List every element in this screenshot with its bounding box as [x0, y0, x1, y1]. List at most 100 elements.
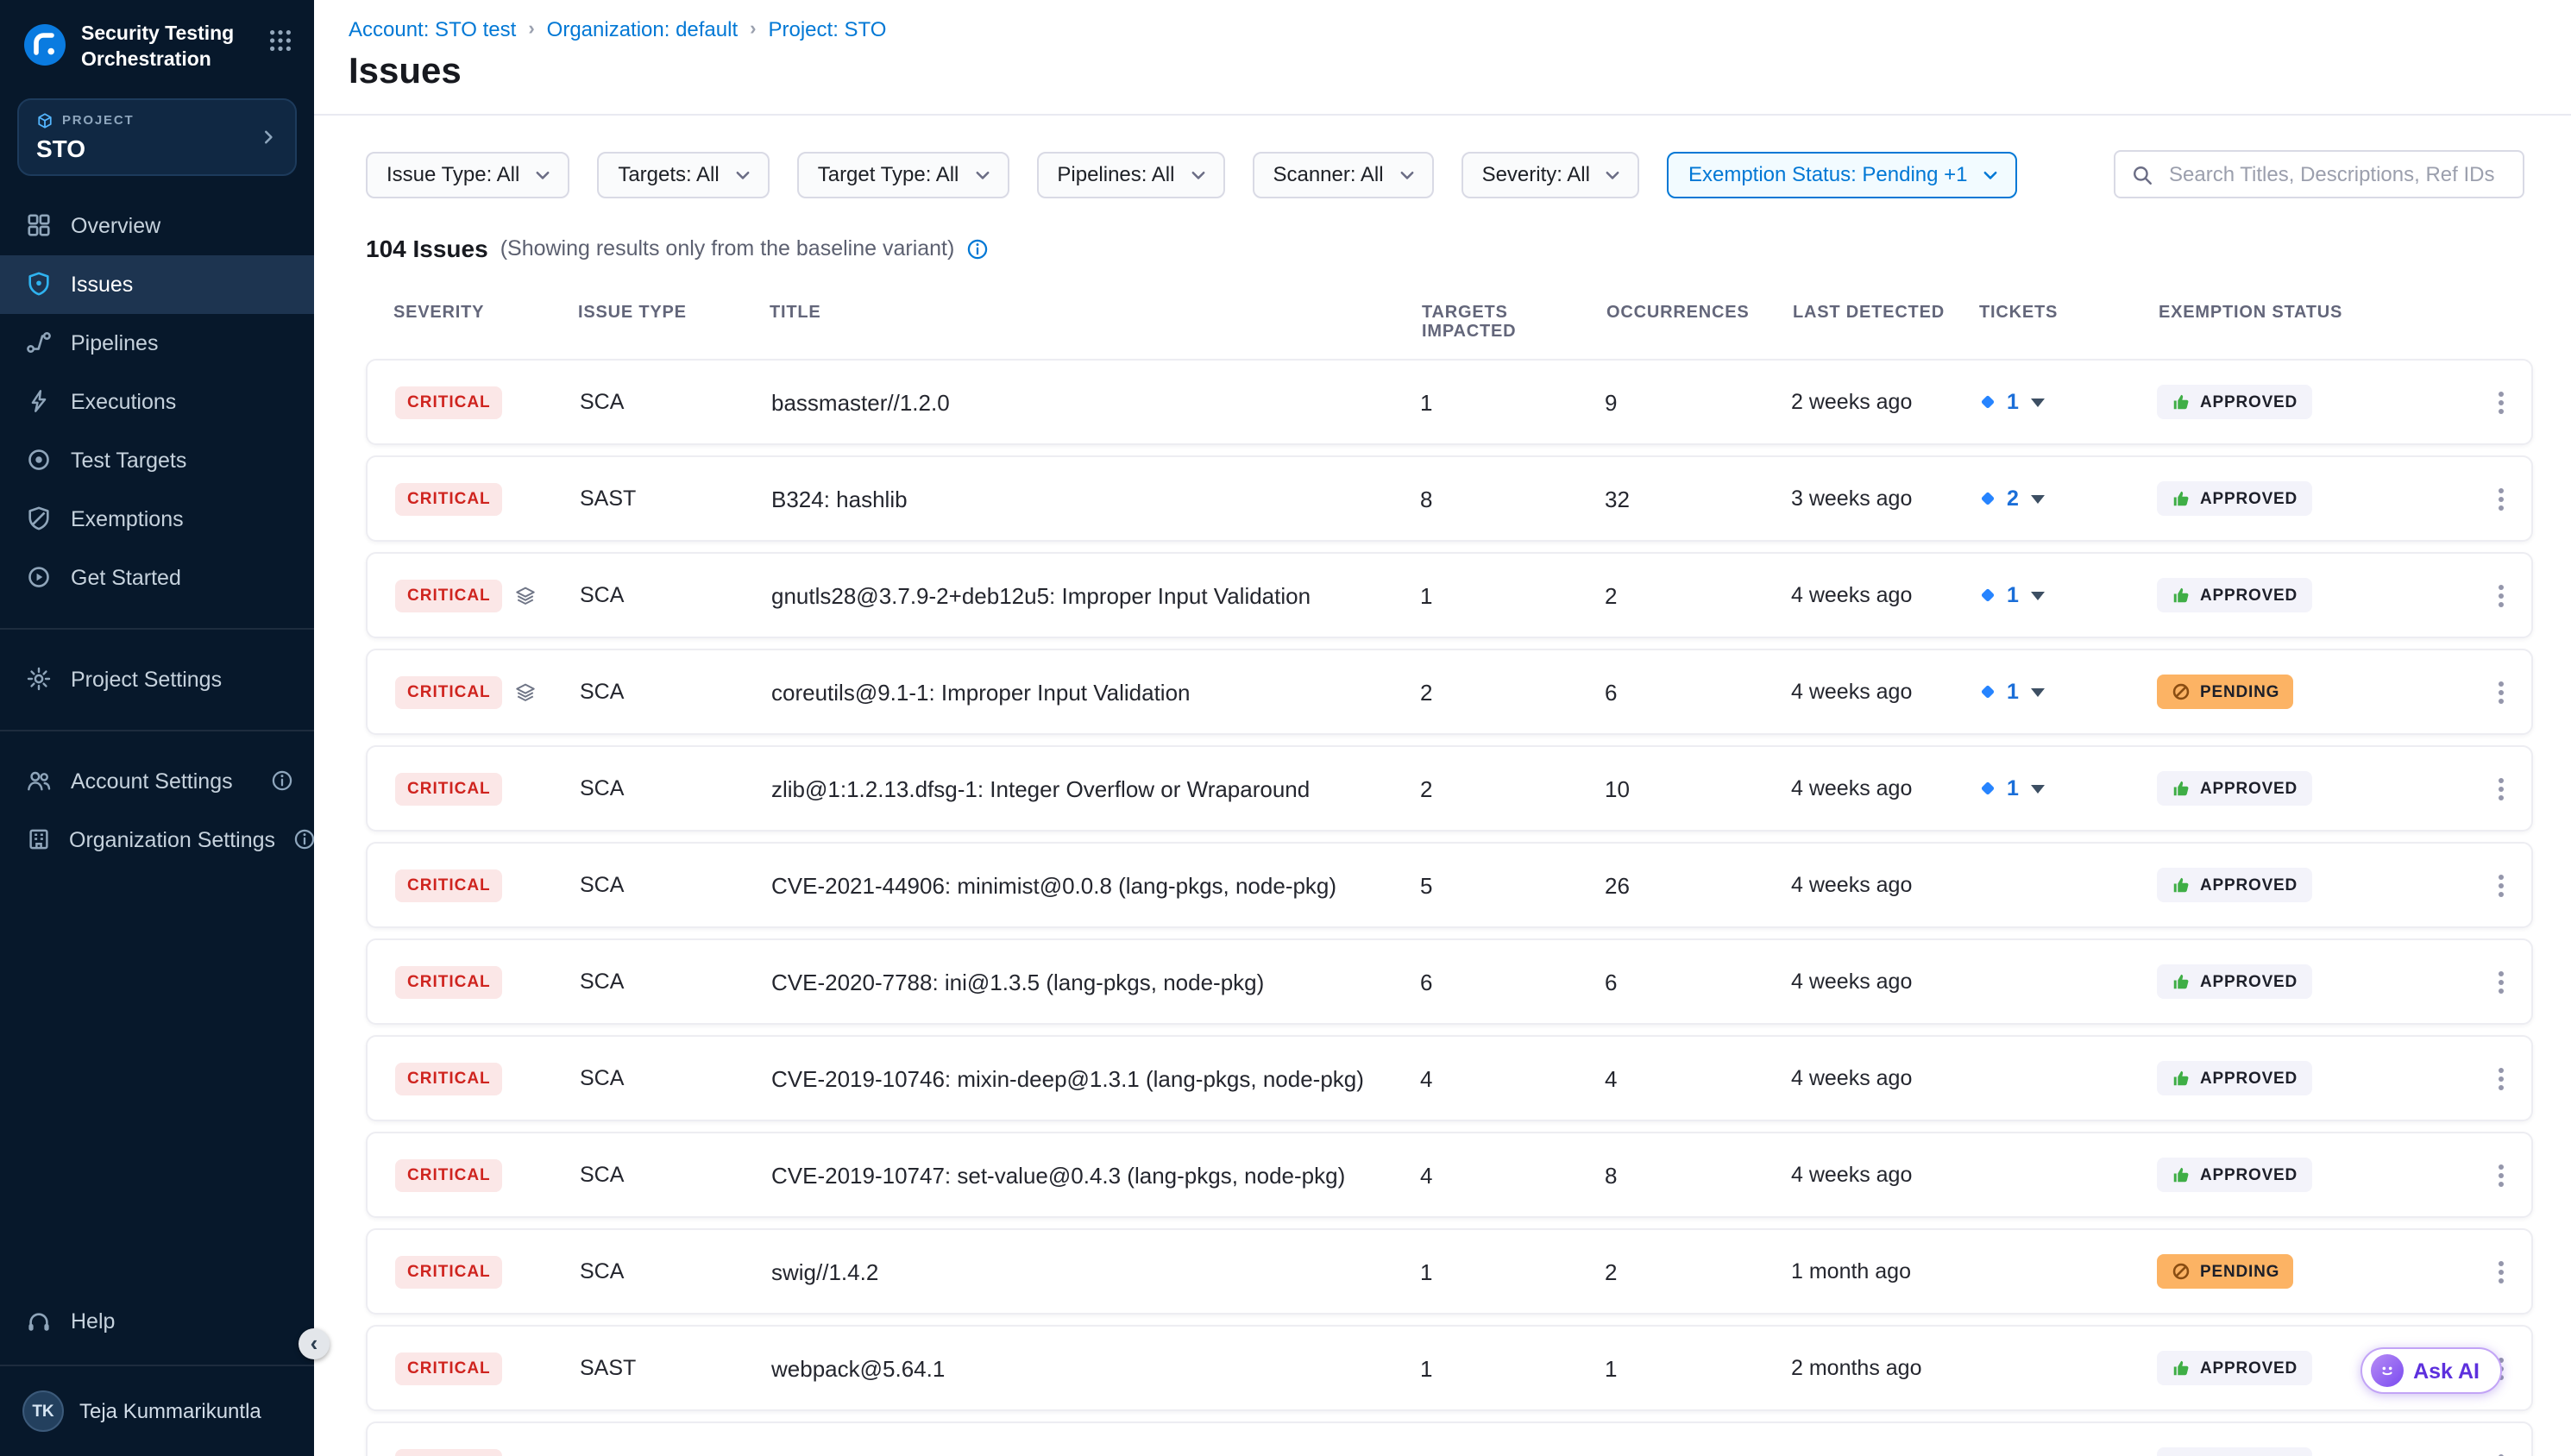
ticket-cell[interactable]: 1: [1977, 583, 2157, 607]
issue-title[interactable]: bassmaster//1.2.0: [771, 389, 1420, 415]
sidebar-nav: OverviewIssuesPipelinesExecutionsTest Ta…: [0, 197, 314, 869]
status-icon: [2171, 971, 2191, 992]
breadcrumb-link[interactable]: Project: STO: [769, 17, 887, 41]
chevron-right-icon: [259, 128, 278, 147]
status-cell: APPROVED: [2157, 868, 2469, 902]
status-cell: APPROVED: [2157, 481, 2469, 516]
sidebar-header: Security Testing Orchestration: [0, 0, 314, 81]
status-badge: APPROVED: [2157, 771, 2311, 806]
sidebar-item-account-settings[interactable]: Account Settings: [0, 752, 314, 811]
info-icon[interactable]: [966, 237, 989, 260]
ticket-cell[interactable]: 2: [1977, 486, 2157, 511]
issue-title[interactable]: B324: hashlib: [771, 486, 1420, 511]
table-row[interactable]: CRITICAL SCA CVE-2019-10747: set-value@0…: [366, 1132, 2533, 1218]
sidebar-item-test-targets[interactable]: Test Targets: [0, 431, 314, 490]
kebab-icon: [2498, 399, 2503, 405]
filter-target-type[interactable]: Target Type: All: [797, 151, 1009, 198]
occurrences: 8: [1605, 1162, 1791, 1188]
occurrences: 10: [1605, 775, 1791, 801]
last-detected: 4 weeks ago: [1791, 970, 1977, 994]
kebab-menu[interactable]: [2469, 1255, 2531, 1288]
project-selector[interactable]: PROJECT STO: [17, 98, 297, 176]
sidebar-item-project-settings[interactable]: Project Settings: [0, 650, 314, 709]
kebab-menu[interactable]: [2469, 869, 2531, 901]
status-badge: APPROVED: [2157, 1351, 2311, 1385]
issue-title[interactable]: django@1.2: [771, 1452, 1420, 1456]
sidebar-item-overview[interactable]: Overview: [0, 197, 314, 255]
table-row[interactable]: CRITICAL SCA CVE-2019-10746: mixin-deep@…: [366, 1035, 2533, 1121]
issue-title[interactable]: CVE-2019-10746: mixin-deep@1.3.1 (lang-p…: [771, 1065, 1420, 1091]
kebab-icon: [2498, 1076, 2503, 1081]
search-input[interactable]: [2166, 160, 2507, 188]
sidebar-item-exemptions[interactable]: Exemptions: [0, 490, 314, 549]
filter-targets[interactable]: Targets: All: [597, 151, 769, 198]
breadcrumb-link[interactable]: Organization: default: [547, 17, 739, 41]
issue-count: 104 Issues: [366, 235, 488, 262]
breadcrumb-link[interactable]: Account: STO test: [349, 17, 516, 41]
ticket-cell[interactable]: 1: [1977, 776, 2157, 800]
filter-scanner[interactable]: Scanner: All: [1252, 151, 1433, 198]
table-body: CRITICAL SCA bassmaster//1.2.0 1 9 2 wee…: [366, 359, 2533, 1456]
targets-impacted: 1: [1420, 1355, 1605, 1381]
kebab-menu[interactable]: [2469, 386, 2531, 418]
issue-title[interactable]: webpack@5.64.1: [771, 1355, 1420, 1381]
table-row[interactable]: CRITICAL SAST webpack@5.64.1 1 1 2 month…: [366, 1325, 2533, 1411]
table-row[interactable]: CRITICAL SCA CVE-2020-7788: ini@1.3.5 (l…: [366, 938, 2533, 1025]
sidebar-item-pipelines[interactable]: Pipelines: [0, 314, 314, 373]
table-row[interactable]: CRITICAL SAST B324: hashlib 8 32 3 weeks…: [366, 455, 2533, 542]
kebab-menu[interactable]: [2469, 482, 2531, 515]
occurrences: 2: [1605, 582, 1791, 608]
kebab-menu[interactable]: [2469, 965, 2531, 998]
filter-issue-type[interactable]: Issue Type: All: [366, 151, 569, 198]
table-row[interactable]: CRITICAL SCA coreutils@9.1-1: Improper I…: [366, 649, 2533, 735]
sidebar-item-get-started[interactable]: Get Started: [0, 549, 314, 607]
sidebar-item-executions[interactable]: Executions: [0, 373, 314, 431]
user-profile[interactable]: TK Teja Kummarikuntla: [0, 1380, 314, 1456]
table-row[interactable]: CRITICAL SCA swig//1.4.2 1 2 1 month ago…: [366, 1228, 2533, 1315]
ask-ai-button[interactable]: Ask AI: [2360, 1347, 2502, 1394]
filter-pipelines[interactable]: Pipelines: All: [1036, 151, 1224, 198]
table-row[interactable]: CRITICAL SCA gnutls28@3.7.9-2+deb12u5: I…: [366, 552, 2533, 638]
issue-title[interactable]: CVE-2019-10747: set-value@0.4.3 (lang-pk…: [771, 1162, 1420, 1188]
kebab-menu[interactable]: [2469, 1448, 2531, 1456]
filter-severity[interactable]: Severity: All: [1462, 151, 1640, 198]
table-row[interactable]: CRITICAL SCA CVE-2021-44906: minimist@0.…: [366, 842, 2533, 928]
occurrences: 9: [1605, 389, 1791, 415]
severity-cell: CRITICAL: [395, 1352, 580, 1384]
status-icon: [2171, 392, 2191, 412]
status-icon: [2171, 875, 2191, 895]
sidebar-footer: Help TK Teja Kummarikuntla: [0, 1292, 314, 1456]
sidebar-item-organization-settings[interactable]: Organization Settings: [0, 811, 314, 869]
column-header: ISSUE TYPE: [578, 304, 770, 342]
ticket-count: 2: [2007, 486, 2019, 511]
kebab-icon: [2498, 979, 2503, 984]
issue-title[interactable]: coreutils@9.1-1: Improper Input Validati…: [771, 679, 1420, 705]
table-row[interactable]: CRITICAL SCA bassmaster//1.2.0 1 9 2 wee…: [366, 359, 2533, 445]
sidebar-collapse-button[interactable]: [299, 1328, 330, 1359]
sidebar-item-issues[interactable]: Issues: [0, 255, 314, 314]
column-header: LAST DETECTED: [1793, 304, 1979, 342]
table-row[interactable]: CRITICAL SAST django@1.2 1 22 2 months a…: [366, 1421, 2533, 1456]
kebab-menu[interactable]: [2469, 1062, 2531, 1095]
kebab-menu[interactable]: [2469, 579, 2531, 612]
module-grid-icon[interactable]: [267, 28, 293, 53]
filter-exemption-status[interactable]: Exemption Status: Pending +1: [1668, 151, 2018, 198]
kebab-menu[interactable]: [2469, 1158, 2531, 1191]
kebab-menu[interactable]: [2469, 675, 2531, 708]
search-input-wrapper: [2114, 150, 2524, 198]
ticket-cell[interactable]: 1: [1977, 390, 2157, 414]
issue-title[interactable]: gnutls28@3.7.9-2+deb12u5: Improper Input…: [771, 582, 1420, 608]
ticket-cell[interactable]: 1: [1977, 680, 2157, 704]
issue-title[interactable]: swig//1.4.2: [771, 1258, 1420, 1284]
sidebar: Security Testing Orchestration PROJECT S…: [0, 0, 314, 1456]
kebab-menu[interactable]: [2469, 772, 2531, 805]
status-icon: [2171, 1164, 2191, 1185]
severity-cell: CRITICAL: [395, 1448, 580, 1456]
issue-type: SCA: [580, 390, 771, 414]
kebab-icon: [2498, 496, 2503, 501]
issue-title[interactable]: CVE-2020-7788: ini@1.3.5 (lang-pkgs, nod…: [771, 969, 1420, 995]
sidebar-item-help[interactable]: Help: [0, 1292, 314, 1351]
table-row[interactable]: CRITICAL SCA zlib@1:1.2.13.dfsg-1: Integ…: [366, 745, 2533, 832]
issue-title[interactable]: zlib@1:1.2.13.dfsg-1: Integer Overflow o…: [771, 775, 1420, 801]
issue-title[interactable]: CVE-2021-44906: minimist@0.0.8 (lang-pkg…: [771, 872, 1420, 898]
